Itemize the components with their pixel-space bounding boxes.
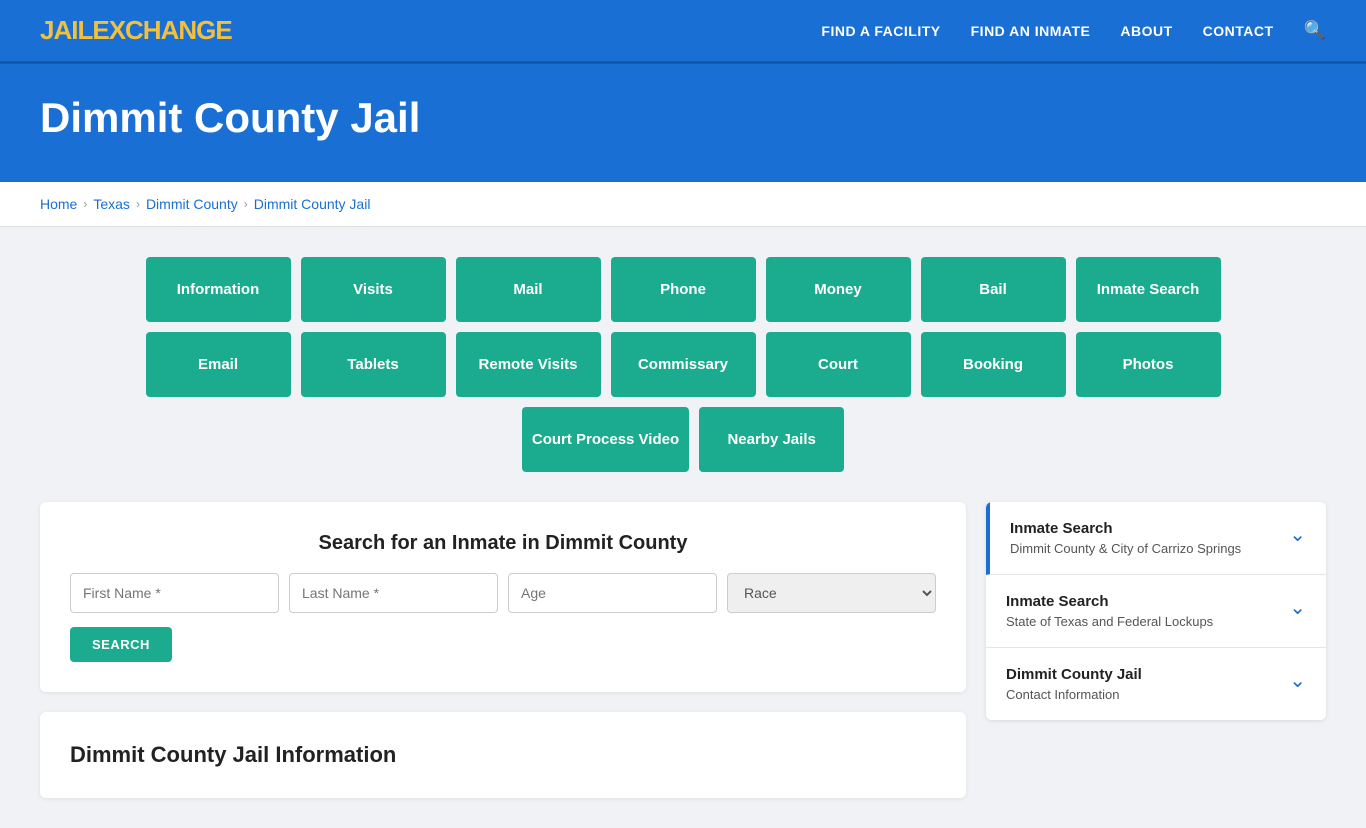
chevron-down-icon-2: ⌄ [1289, 668, 1306, 693]
sidebar-item-contact[interactable]: Dimmit County Jail Contact Information ⌄ [986, 648, 1326, 720]
btn-visits[interactable]: Visits [301, 257, 446, 322]
breadcrumb-sep-1: › [83, 197, 87, 211]
sidebar-item-dimmit-subtitle: Dimmit County & City of Carrizo Springs [1010, 541, 1279, 556]
nav-contact[interactable]: CONTACT [1203, 23, 1274, 39]
btn-nearby-jails[interactable]: Nearby Jails [699, 407, 844, 472]
header: JAILEXCHANGE FIND A FACILITY FIND AN INM… [0, 0, 1366, 64]
breadcrumb-texas[interactable]: Texas [93, 196, 130, 212]
btn-email[interactable]: Email [146, 332, 291, 397]
info-section-title: Dimmit County Jail Information [70, 742, 936, 768]
button-row-2: Email Tablets Remote Visits Commissary C… [146, 332, 1221, 397]
chevron-down-icon-0: ⌄ [1289, 522, 1306, 547]
btn-information[interactable]: Information [146, 257, 291, 322]
logo[interactable]: JAILEXCHANGE [40, 15, 232, 46]
last-name-input[interactable] [289, 573, 498, 613]
age-input[interactable] [508, 573, 717, 613]
search-icon-button[interactable]: 🔍 [1304, 20, 1326, 41]
button-row-3: Court Process Video Nearby Jails [522, 407, 844, 472]
btn-phone[interactable]: Phone [611, 257, 756, 322]
breadcrumb-sep-2: › [136, 197, 140, 211]
nav-find-inmate[interactable]: FIND AN INMATE [971, 23, 1091, 39]
first-name-input[interactable] [70, 573, 279, 613]
btn-remote-visits[interactable]: Remote Visits [456, 332, 601, 397]
sidebar-item-texas[interactable]: Inmate Search State of Texas and Federal… [986, 575, 1326, 648]
search-inputs: Race White Black Hispanic Asian Other [70, 573, 936, 613]
search-button[interactable]: SEARCH [70, 627, 172, 662]
sidebar-card: Inmate Search Dimmit County & City of Ca… [986, 502, 1326, 720]
page-title: Dimmit County Jail [40, 94, 1326, 142]
button-row-1: Information Visits Mail Phone Money Bail… [146, 257, 1221, 322]
main-content: Information Visits Mail Phone Money Bail… [0, 227, 1366, 828]
right-panel: Inmate Search Dimmit County & City of Ca… [986, 502, 1326, 720]
logo-part1: JAIL [40, 15, 92, 45]
sidebar-item-dimmit-title: Inmate Search [1010, 520, 1279, 537]
race-select[interactable]: Race White Black Hispanic Asian Other [727, 573, 936, 613]
button-grid: Information Visits Mail Phone Money Bail… [40, 257, 1326, 472]
breadcrumb-home[interactable]: Home [40, 196, 77, 212]
sidebar-item-contact-content: Dimmit County Jail Contact Information [1006, 666, 1279, 702]
sidebar-item-texas-title: Inmate Search [1006, 593, 1279, 610]
btn-tablets[interactable]: Tablets [301, 332, 446, 397]
btn-court-process-video[interactable]: Court Process Video [522, 407, 689, 472]
sidebar-item-contact-subtitle: Contact Information [1006, 687, 1279, 702]
btn-court[interactable]: Court [766, 332, 911, 397]
search-form-card: Search for an Inmate in Dimmit County Ra… [40, 502, 966, 692]
btn-commissary[interactable]: Commissary [611, 332, 756, 397]
sidebar-item-texas-content: Inmate Search State of Texas and Federal… [1006, 593, 1279, 629]
content-row: Search for an Inmate in Dimmit County Ra… [40, 502, 1326, 798]
sidebar-item-texas-subtitle: State of Texas and Federal Lockups [1006, 614, 1279, 629]
btn-money[interactable]: Money [766, 257, 911, 322]
sidebar-item-dimmit-content: Inmate Search Dimmit County & City of Ca… [1010, 520, 1279, 556]
btn-booking[interactable]: Booking [921, 332, 1066, 397]
btn-bail[interactable]: Bail [921, 257, 1066, 322]
breadcrumb-sep-3: › [244, 197, 248, 211]
left-panel: Search for an Inmate in Dimmit County Ra… [40, 502, 966, 798]
logo-part2: E [92, 15, 108, 45]
btn-mail[interactable]: Mail [456, 257, 601, 322]
info-card: Dimmit County Jail Information [40, 712, 966, 798]
hero-section: Dimmit County Jail [0, 64, 1366, 182]
sidebar-item-contact-title: Dimmit County Jail [1006, 666, 1279, 683]
nav-find-facility[interactable]: FIND A FACILITY [821, 23, 940, 39]
breadcrumb-dimmit-county[interactable]: Dimmit County [146, 196, 238, 212]
main-nav: FIND A FACILITY FIND AN INMATE ABOUT CON… [821, 20, 1326, 41]
breadcrumb-dimmit-county-jail[interactable]: Dimmit County Jail [254, 196, 371, 212]
breadcrumb: Home › Texas › Dimmit County › Dimmit Co… [40, 196, 1326, 212]
logo-part3: XCHANGE [109, 15, 232, 45]
chevron-down-icon-1: ⌄ [1289, 595, 1306, 620]
btn-photos[interactable]: Photos [1076, 332, 1221, 397]
sidebar-item-dimmit[interactable]: Inmate Search Dimmit County & City of Ca… [986, 502, 1326, 575]
btn-inmate-search[interactable]: Inmate Search [1076, 257, 1221, 322]
nav-about[interactable]: ABOUT [1120, 23, 1172, 39]
breadcrumb-bar: Home › Texas › Dimmit County › Dimmit Co… [0, 182, 1366, 227]
search-form-title: Search for an Inmate in Dimmit County [70, 532, 936, 555]
